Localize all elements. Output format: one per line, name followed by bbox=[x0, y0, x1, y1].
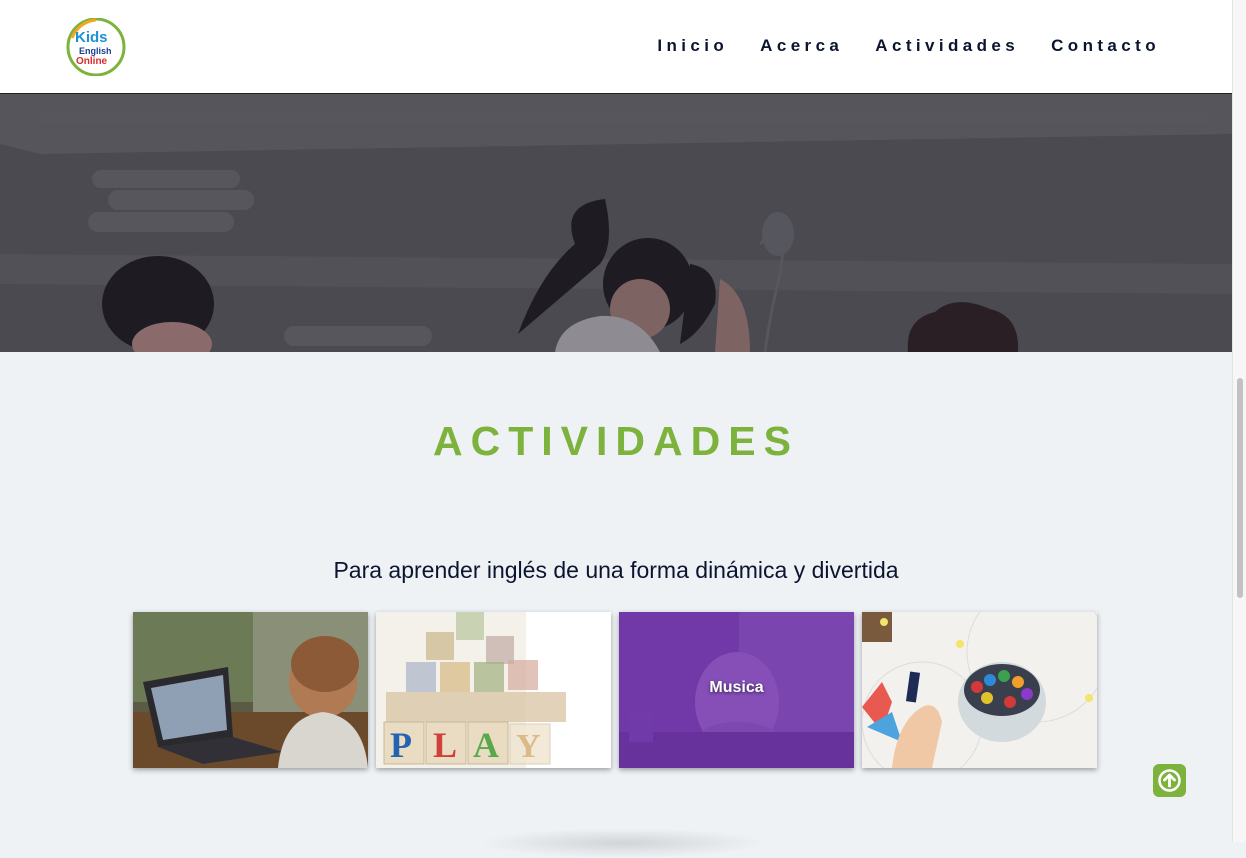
svg-text:Y: Y bbox=[516, 728, 541, 765]
logo-word-english: English bbox=[79, 46, 112, 56]
activity-card-music[interactable]: Musica bbox=[619, 612, 854, 768]
crayons-drawing-photo bbox=[862, 612, 1097, 768]
logo-word-online: Online bbox=[76, 56, 108, 67]
site-header: Kids English Online Inicio Acerca Activi… bbox=[0, 0, 1232, 94]
hero-illustration bbox=[0, 94, 1232, 352]
logo-word-kids: Kids bbox=[75, 29, 108, 46]
scroll-to-top-button[interactable] bbox=[1153, 764, 1186, 797]
section-title: ACTIVIDADES bbox=[433, 418, 799, 464]
arrow-up-icon bbox=[1158, 769, 1181, 792]
section-subtitle: Para aprender inglés de una forma dinámi… bbox=[333, 557, 899, 583]
nav-acerca[interactable]: Acerca bbox=[760, 36, 843, 56]
activity-card-laptop[interactable] bbox=[133, 612, 368, 768]
svg-text:P: P bbox=[390, 725, 412, 765]
main-nav: Inicio Acerca Actividades Contacto bbox=[657, 36, 1160, 56]
nav-inicio[interactable]: Inicio bbox=[657, 36, 728, 56]
svg-text:A: A bbox=[473, 725, 499, 765]
play-blocks-photo: P L A Y bbox=[376, 612, 611, 768]
svg-text:L: L bbox=[433, 725, 457, 765]
logo-badge-icon: Kids English Online bbox=[66, 17, 126, 77]
activity-cards: P L A Y Musica bbox=[133, 612, 1097, 768]
nav-actividades[interactable]: Actividades bbox=[875, 36, 1019, 56]
next-section-shadow bbox=[478, 828, 768, 858]
activity-card-drawing[interactable] bbox=[862, 612, 1097, 768]
child-laptop-photo bbox=[133, 612, 368, 768]
nav-contacto[interactable]: Contacto bbox=[1051, 36, 1160, 56]
card-label-musica: Musica bbox=[709, 679, 764, 696]
scrollbar-thumb[interactable] bbox=[1237, 378, 1243, 598]
hero-banner bbox=[0, 94, 1232, 352]
site-logo[interactable]: Kids English Online bbox=[66, 17, 126, 77]
page-scrollbar[interactable] bbox=[1232, 0, 1246, 842]
activity-card-play[interactable]: P L A Y bbox=[376, 612, 611, 768]
